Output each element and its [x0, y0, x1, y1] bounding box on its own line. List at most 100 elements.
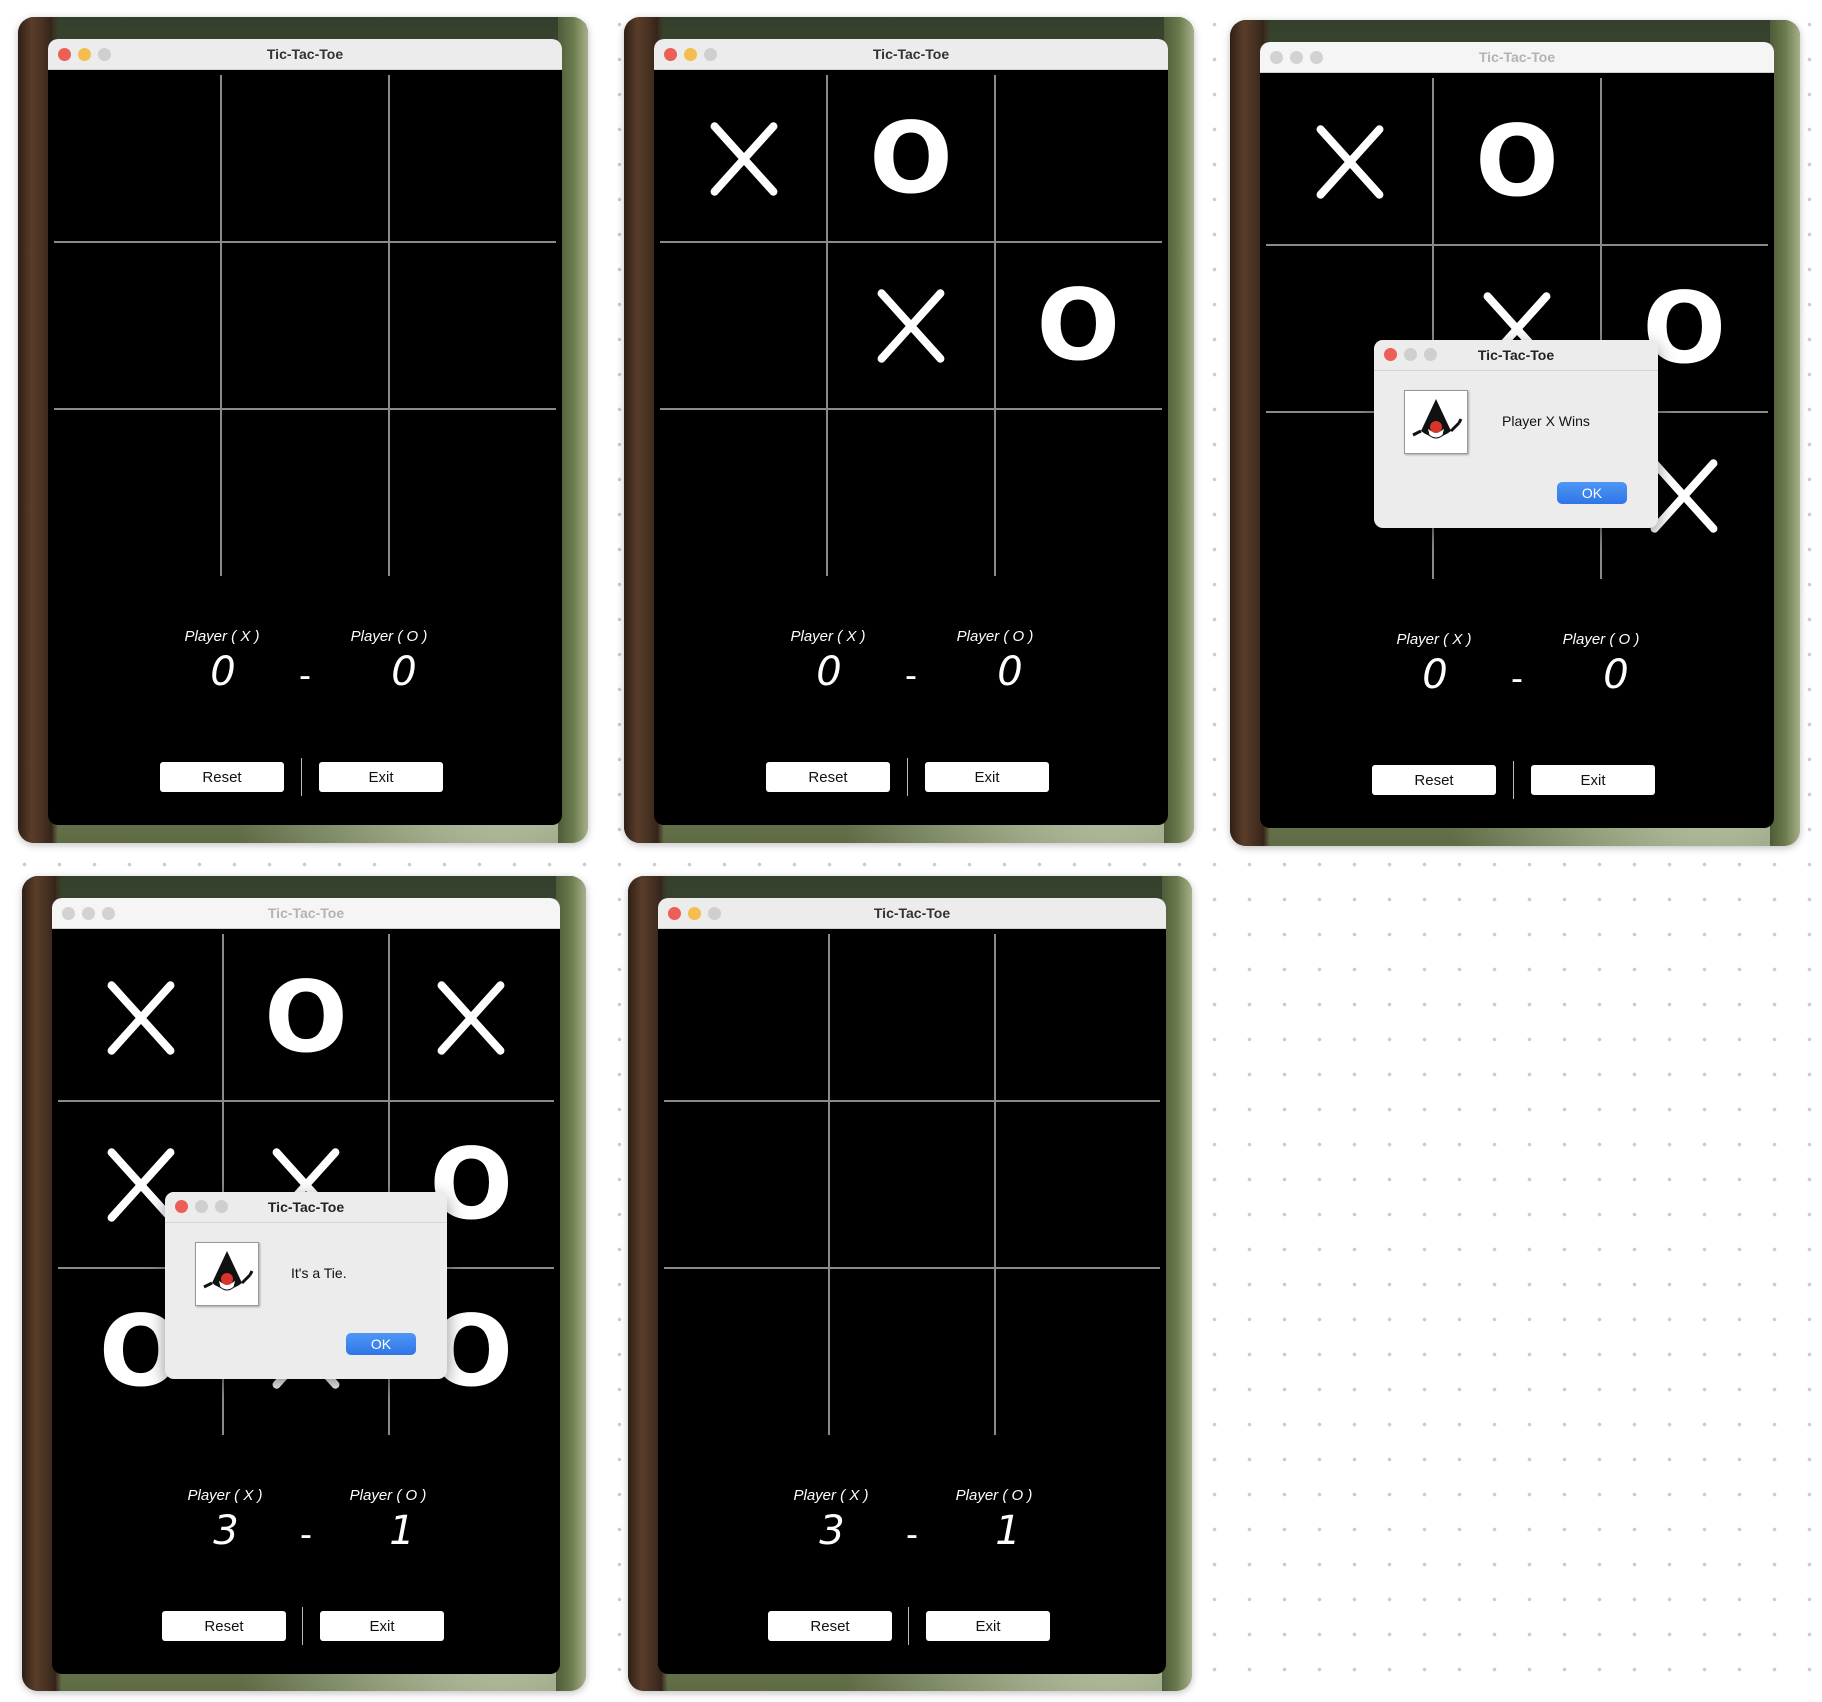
board-cell-3-2[interactable] — [827, 409, 994, 576]
score-o: 1 — [995, 1508, 1021, 1554]
player-o-label: Player ( O ) — [350, 628, 428, 645]
board-cell-2-1[interactable] — [664, 1101, 829, 1268]
button-divider — [302, 1607, 303, 1645]
x-mark — [105, 979, 176, 1056]
board-cell-1-1[interactable] — [664, 934, 829, 1101]
result-dialog: Tic-Tac-Toe It's a Tie. OK — [165, 1192, 447, 1379]
title-bar: Tic-Tac-Toe — [1260, 42, 1774, 73]
board-cell-2-3[interactable] — [995, 1101, 1160, 1268]
exit-button[interactable]: Exit — [1531, 765, 1655, 795]
screenshot-panel-1: Tic-Tac-Toe Player ( X ) Player ( O ) 0 … — [18, 17, 588, 843]
board-cell-1-3[interactable] — [389, 75, 556, 242]
game-window-1: Tic-Tac-Toe Player ( X ) Player ( O ) 0 … — [48, 39, 562, 825]
score-o: 1 — [389, 1508, 415, 1554]
board-cell-1-2[interactable]: O — [827, 75, 994, 242]
o-mark: O — [1036, 268, 1120, 383]
game-board — [54, 75, 556, 576]
ok-button[interactable]: OK — [346, 1333, 416, 1355]
score-o: 0 — [391, 649, 417, 695]
dialog-title: Tic-Tac-Toe — [1477, 347, 1555, 363]
dialog-title-bar: Tic-Tac-Toe — [165, 1192, 447, 1223]
score-separator: - — [906, 1513, 918, 1554]
board-cell-1-3[interactable] — [389, 934, 554, 1101]
board-cell-2-3[interactable] — [389, 242, 556, 409]
dialog-title-bar: Tic-Tac-Toe — [1374, 340, 1658, 371]
board-cell-1-3[interactable] — [995, 75, 1162, 242]
title-bar: Tic-Tac-Toe — [48, 39, 562, 70]
screenshot-panel-2: Tic-Tac-Toe OO Player ( X ) Player ( O )… — [624, 17, 1194, 843]
board-cell-1-2[interactable]: O — [223, 934, 388, 1101]
x-mark — [1649, 457, 1720, 534]
reset-button[interactable]: Reset — [766, 762, 890, 792]
board-cell-2-1[interactable] — [660, 242, 827, 409]
score-x: 3 — [213, 1508, 239, 1554]
game-window-2: Tic-Tac-Toe OO Player ( X ) Player ( O )… — [654, 39, 1168, 825]
board-cell-3-1[interactable] — [54, 409, 221, 576]
board-cell-3-1[interactable] — [664, 1268, 829, 1435]
window-title: Tic-Tac-Toe — [267, 905, 345, 921]
x-mark — [708, 120, 779, 197]
screenshot-panel-3: Tic-Tac-Toe OO Player ( X ) Player ( O )… — [1230, 20, 1800, 846]
board-cell-1-3[interactable] — [1601, 78, 1768, 245]
o-mark: O — [1475, 104, 1559, 219]
board-cell-3-3[interactable] — [995, 409, 1162, 576]
java-duke-icon — [195, 1242, 259, 1306]
x-mark — [875, 287, 947, 364]
title-bar: Tic-Tac-Toe — [52, 898, 560, 929]
score-x: 0 — [816, 649, 842, 695]
exit-button[interactable]: Exit — [319, 762, 443, 792]
board-cell-3-3[interactable] — [389, 409, 556, 576]
window-title: Tic-Tac-Toe — [266, 46, 344, 62]
button-divider — [908, 1607, 909, 1645]
player-x-label: Player ( X ) — [793, 1487, 869, 1504]
reset-button[interactable]: Reset — [1372, 765, 1496, 795]
board-cell-1-1[interactable] — [660, 75, 827, 242]
game-board — [664, 934, 1160, 1435]
button-divider — [301, 758, 302, 796]
screenshot-panel-5: Tic-Tac-Toe Player ( X ) Player ( O ) 3 … — [628, 876, 1192, 1691]
board-cell-1-2[interactable]: O — [1433, 78, 1600, 245]
board-cell-3-2[interactable] — [829, 1268, 994, 1435]
board-cell-2-2[interactable] — [829, 1101, 994, 1268]
window-title: Tic-Tac-Toe — [873, 905, 951, 921]
dialog-title: Tic-Tac-Toe — [267, 1199, 345, 1215]
score-separator: - — [299, 654, 311, 695]
reset-button[interactable]: Reset — [162, 1611, 286, 1641]
board-cell-3-3[interactable] — [995, 1268, 1160, 1435]
x-mark — [436, 979, 507, 1056]
dialog-message: Player X Wins — [1502, 413, 1590, 429]
board-cell-2-2[interactable] — [827, 242, 994, 409]
board-cell-2-3[interactable]: O — [995, 242, 1162, 409]
java-duke-icon — [1404, 390, 1468, 454]
score-x: 3 — [819, 1508, 845, 1554]
player-x-label: Player ( X ) — [184, 628, 260, 645]
board-cell-3-1[interactable] — [660, 409, 827, 576]
game-window-5: Tic-Tac-Toe Player ( X ) Player ( O ) 3 … — [658, 898, 1166, 1674]
board-cell-1-2[interactable] — [221, 75, 388, 242]
exit-button[interactable]: Exit — [926, 1611, 1050, 1641]
reset-button[interactable]: Reset — [768, 1611, 892, 1641]
button-divider — [1513, 761, 1514, 799]
board-cell-1-1[interactable] — [1266, 78, 1433, 245]
exit-button[interactable]: Exit — [925, 762, 1049, 792]
window-title: Tic-Tac-Toe — [1478, 49, 1556, 65]
board-cell-1-2[interactable] — [829, 934, 994, 1101]
window-title: Tic-Tac-Toe — [872, 46, 950, 62]
exit-button[interactable]: Exit — [320, 1611, 444, 1641]
board-cell-1-1[interactable] — [58, 934, 223, 1101]
ok-button[interactable]: OK — [1557, 482, 1627, 504]
reset-button[interactable]: Reset — [160, 762, 284, 792]
score-separator: - — [300, 1513, 312, 1554]
screenshot-panel-4: Tic-Tac-Toe OOOO Player ( X ) Player ( O… — [22, 876, 586, 1691]
board-cell-2-2[interactable] — [221, 242, 388, 409]
board-cell-1-1[interactable] — [54, 75, 221, 242]
player-x-label: Player ( X ) — [1396, 631, 1472, 648]
board-cell-2-1[interactable] — [54, 242, 221, 409]
board-cell-1-3[interactable] — [995, 934, 1160, 1101]
board-cell-3-2[interactable] — [221, 409, 388, 576]
x-mark — [1314, 123, 1385, 200]
game-window-4: Tic-Tac-Toe OOOO Player ( X ) Player ( O… — [52, 898, 560, 1674]
score-separator: - — [1511, 657, 1523, 698]
score-x: 0 — [1422, 652, 1448, 698]
dialog-message: It's a Tie. — [291, 1265, 347, 1281]
